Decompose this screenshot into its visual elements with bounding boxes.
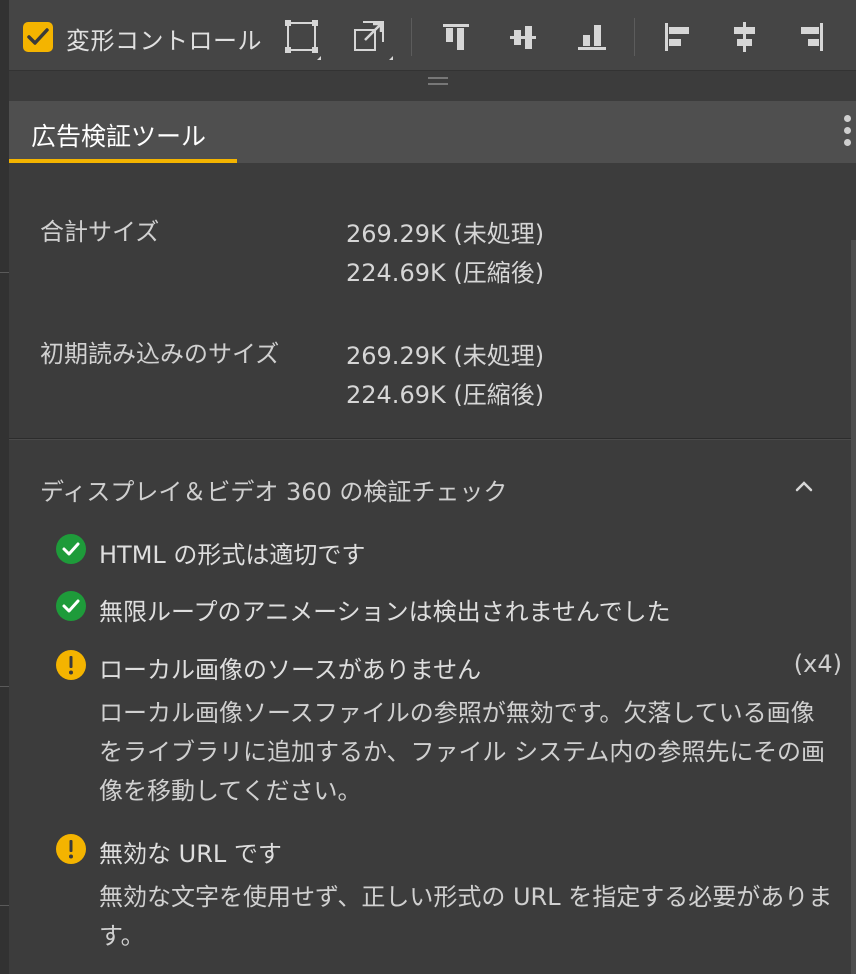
- scrollbar[interactable]: [851, 240, 856, 974]
- toolbar: 変形コントロール: [9, 0, 856, 71]
- kebab-menu-icon[interactable]: [844, 115, 852, 151]
- left-edge-tick: [0, 686, 9, 687]
- panel-header: 広告検証ツール: [9, 101, 856, 163]
- section-divider: [9, 438, 856, 440]
- total-size-raw: 269.29K (未処理): [346, 220, 545, 248]
- active-tab-indicator: [9, 159, 237, 163]
- align-bottom-icon[interactable]: [574, 18, 614, 58]
- check-item-html-format: HTML の形式は適切です: [99, 541, 366, 569]
- chevron-up-icon[interactable]: [792, 476, 816, 496]
- warning-count-badge: (x4): [793, 650, 842, 678]
- align-top-icon[interactable]: [437, 18, 477, 58]
- left-edge-tick: [0, 905, 9, 906]
- toolbar-separator: [411, 18, 412, 56]
- warning-icon: [56, 834, 86, 864]
- scale-icon[interactable]: [351, 18, 393, 60]
- tab-ad-validator[interactable]: 広告検証ツール: [31, 117, 206, 153]
- left-edge-tick: [0, 272, 9, 273]
- initial-load-size-label: 初期読み込みのサイズ: [40, 340, 280, 368]
- success-check-icon: [56, 534, 86, 564]
- align-horizontal-center-icon[interactable]: [726, 18, 766, 58]
- initial-load-size-raw: 269.29K (未処理): [346, 342, 545, 370]
- validation-section-title[interactable]: ディスプレイ＆ビデオ 360 の検証チェック: [40, 472, 507, 507]
- invalid-url-description: 無効な文字を使用せず、正しい形式の URL を指定する必要があります。: [99, 883, 833, 950]
- local-image-description: ローカル画像ソースファイルの参照が無効です。欠落している画像をライブラリに追加す…: [99, 699, 825, 805]
- transform-control-label[interactable]: 変形コントロール: [66, 21, 262, 56]
- free-transform-icon[interactable]: [283, 18, 323, 60]
- total-size-label: 合計サイズ: [40, 218, 160, 246]
- align-left-icon[interactable]: [659, 18, 699, 58]
- checkbox-checked-icon[interactable]: [23, 22, 53, 52]
- check-item-invalid-url: 無効な URL です: [99, 840, 282, 868]
- warning-icon: [56, 650, 86, 680]
- drag-handle-icon[interactable]: [428, 77, 448, 89]
- total-size-compressed: 224.69K (圧縮後): [346, 259, 545, 287]
- toolbar-separator: [634, 18, 635, 56]
- success-check-icon: [56, 591, 86, 621]
- initial-load-size-compressed: 224.69K (圧縮後): [346, 381, 545, 409]
- align-right-icon[interactable]: [795, 18, 835, 58]
- check-item-local-image: ローカル画像のソースがありません: [99, 656, 482, 684]
- check-item-infinite-loop: 無限ループのアニメーションは検出されませんでした: [99, 598, 671, 626]
- left-panel-edge: [0, 0, 9, 974]
- align-vertical-center-icon[interactable]: [504, 18, 544, 58]
